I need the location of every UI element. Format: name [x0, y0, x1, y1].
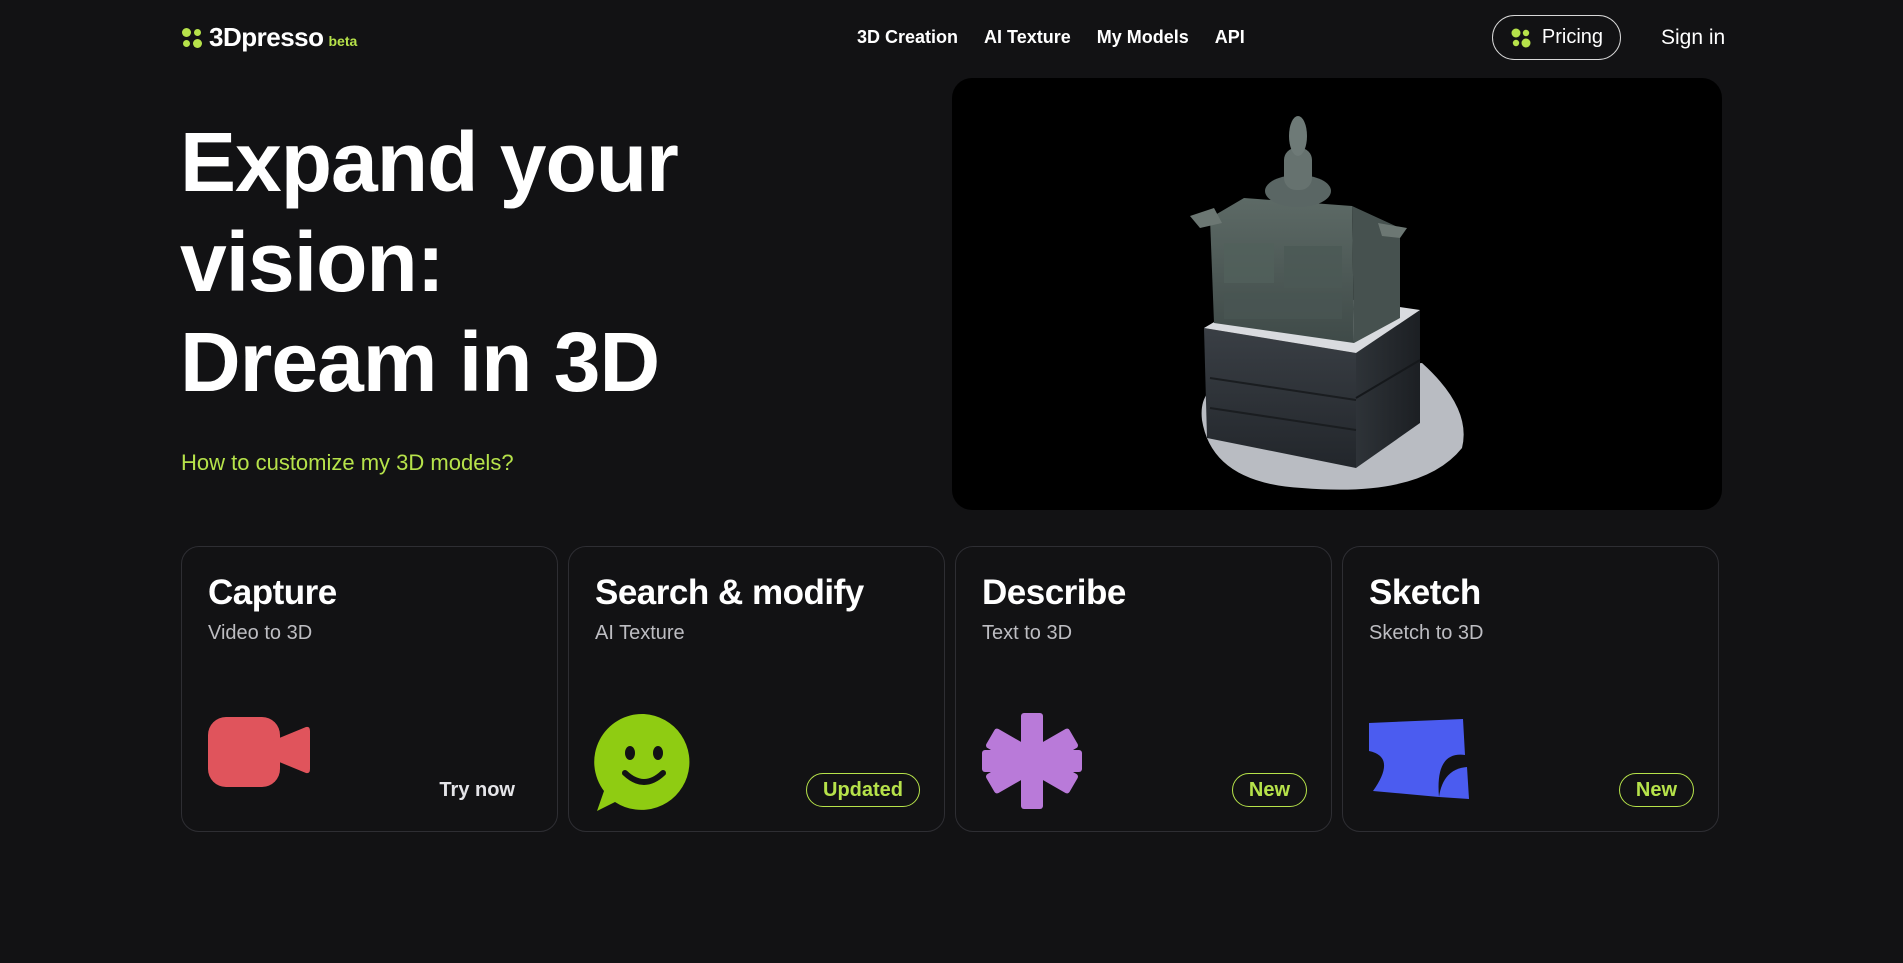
card-title: Sketch [1369, 573, 1481, 612]
brand-beta-tag: beta [328, 33, 358, 49]
new-badge: New [1618, 773, 1694, 807]
card-title: Search & modify [595, 573, 864, 612]
hero-title-line-1: Expand your [180, 115, 679, 209]
nav-my-models[interactable]: My Models [1097, 27, 1189, 48]
asterisk-icon [982, 713, 1082, 809]
card-subtitle: Sketch to 3D [1369, 622, 1484, 644]
hero-title-line-3: Dream in 3D [180, 315, 660, 409]
model-viewer[interactable] [952, 78, 1722, 510]
sign-in-link[interactable]: Sign in [1661, 26, 1725, 50]
throne-model-render [1190, 116, 1464, 490]
feature-cards: Capture Video to 3D Try now Search & mod… [181, 546, 1719, 832]
nav-3d-creation[interactable]: 3D Creation [857, 27, 958, 48]
try-now-button[interactable]: Try now [439, 779, 515, 802]
new-badge: New [1231, 773, 1307, 807]
top-header: 3Dpresso beta 3D Creation AI Texture My … [0, 0, 1903, 78]
video-camera-icon [208, 717, 310, 787]
pricing-button[interactable]: Pricing [1492, 15, 1621, 60]
card-search-modify[interactable]: Search & modify AI Texture Updated [568, 546, 945, 832]
main-nav: 3D Creation AI Texture My Models API [857, 27, 1245, 48]
card-title: Describe [982, 573, 1126, 612]
card-subtitle: Text to 3D [982, 622, 1073, 644]
smile-chat-icon [594, 713, 690, 811]
card-describe[interactable]: Describe Text to 3D New [955, 546, 1332, 832]
nav-api[interactable]: API [1215, 27, 1245, 48]
brand-logo[interactable]: 3Dpresso beta [181, 22, 357, 53]
card-subtitle: Video to 3D [208, 622, 313, 644]
card-subtitle: AI Texture [595, 622, 685, 644]
card-sketch[interactable]: Sketch Sketch to 3D New [1342, 546, 1719, 832]
brand-name: 3Dpresso [209, 22, 324, 52]
clover-logo-icon [182, 27, 202, 48]
card-capture[interactable]: Capture Video to 3D Try now [181, 546, 558, 832]
pricing-label: Pricing [1541, 26, 1604, 48]
card-title: Capture [208, 573, 337, 612]
customize-help-link[interactable]: How to customize my 3D models? [181, 450, 514, 476]
page: 3Dpresso beta 3D Creation AI Texture My … [0, 0, 1903, 963]
hero-title: Expand your vision: Dream in 3D [180, 112, 900, 412]
nav-ai-texture[interactable]: AI Texture [984, 27, 1071, 48]
hero-title-line-2: vision: [180, 215, 445, 309]
updated-badge: Updated [806, 773, 920, 807]
sketch-shape-icon [1369, 719, 1469, 799]
clover-icon [1511, 28, 1531, 47]
